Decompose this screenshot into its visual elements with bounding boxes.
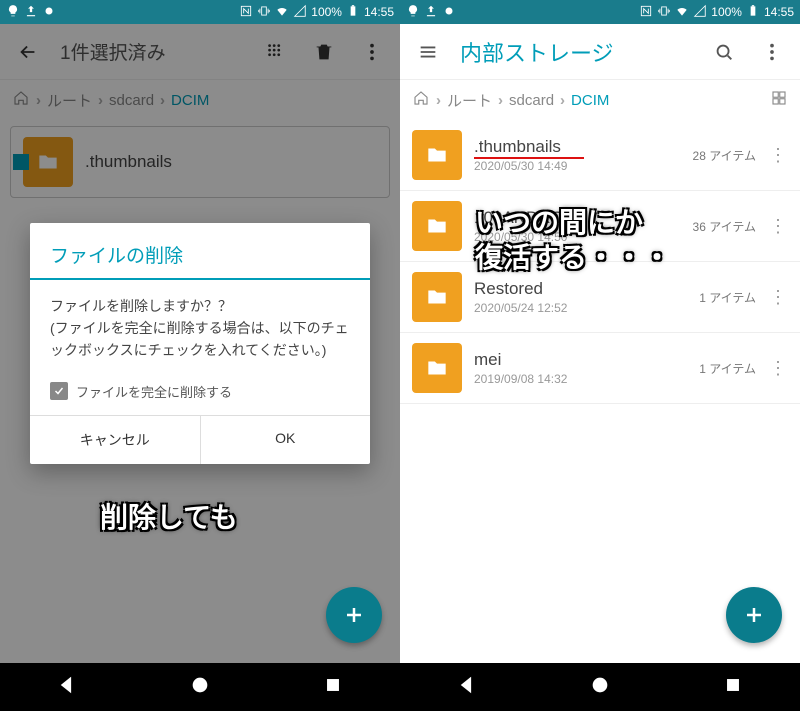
folder-icon [412,272,462,322]
crumb-dcim[interactable]: DCIM [571,92,609,109]
upload-icon [24,4,38,21]
fab-add[interactable] [726,587,782,643]
signal-icon [693,4,707,21]
status-bar: 100% 14:55 [0,0,400,24]
nav-recent-icon[interactable] [322,674,344,701]
wifi-icon [275,4,289,21]
battery-icon [746,4,760,21]
clock: 14:55 [364,5,394,19]
chevron-right-icon: › [498,92,503,109]
folder-icon [412,130,462,180]
battery-percent: 100% [711,5,742,19]
row-menu-icon[interactable]: ⋮ [768,359,788,377]
file-name: .thumbnails [474,137,681,157]
vibrate-icon [257,4,271,21]
row-menu-icon[interactable]: ⋮ [768,217,788,235]
ok-button[interactable]: OK [200,416,371,464]
file-name: 100ANDRO [474,208,681,228]
checkbox-icon [50,382,68,400]
battery-percent: 100% [311,5,342,19]
fab-add[interactable] [326,587,382,643]
signal-icon [293,4,307,21]
nfc-icon [239,4,253,21]
chevron-right-icon: › [436,92,441,109]
item-count: 36 アイテム [693,218,756,235]
wifi-icon [675,4,689,21]
left-screen: 100% 14:55 1件選択済み [0,0,400,711]
delete-dialog: ファイルの削除 ファイルを削除しますか？？ (ファイルを完全に削除する場合は、以… [30,223,370,463]
dialog-title: ファイルの削除 [30,223,370,280]
crumb-sdcard[interactable]: sdcard [509,92,554,109]
list-item[interactable]: mei 2019/09/08 14:32 1 アイテム ⋮ [400,333,800,404]
file-date: 2019/09/08 14:32 [474,372,687,386]
cancel-button[interactable]: キャンセル [30,416,200,464]
row-menu-icon[interactable]: ⋮ [768,146,788,164]
battery-icon [346,4,360,21]
file-list: .thumbnails 2020/05/30 14:49 28 アイテム ⋮ 1… [400,120,800,404]
item-count: 1 アイテム [699,289,756,306]
appbar: 内部ストレージ [400,24,800,80]
file-name: Restored [474,279,687,299]
breadcrumb: › ルート › sdcard › DCIM [400,80,800,120]
nav-home-icon[interactable] [589,674,611,701]
search-button[interactable] [708,36,740,68]
dialog-body: ファイルを削除しますか？？ (ファイルを完全に削除する場合は、以下のチェックボッ… [30,292,370,371]
right-screen: 100% 14:55 内部ストレージ › ルート › sdcard [400,0,800,711]
nfc-icon [639,4,653,21]
folder-icon [412,343,462,393]
file-name: mei [474,350,687,370]
file-date: 2020/05/24 12:52 [474,301,687,315]
row-menu-icon[interactable]: ⋮ [768,288,788,306]
clock: 14:55 [764,5,794,19]
home-icon[interactable] [412,89,430,111]
lightbulb-icon [6,4,20,21]
nav-recent-icon[interactable] [722,674,744,701]
item-count: 28 アイテム [693,147,756,164]
page-title: 内部ストレージ [460,36,692,68]
nav-back-icon[interactable] [456,674,478,701]
nav-bar [400,663,800,711]
folder-icon [412,201,462,251]
menu-button[interactable] [412,36,444,68]
dialog-checkbox[interactable]: ファイルを完全に削除する [30,372,370,415]
nav-bar [0,663,400,711]
crumb-root[interactable]: ルート [447,90,492,111]
list-item[interactable]: Restored 2020/05/24 12:52 1 アイテム ⋮ [400,262,800,333]
grid-view-button[interactable] [770,89,788,111]
vibrate-icon [657,4,671,21]
status-bar: 100% 14:55 [400,0,800,24]
lightbulb-icon [406,4,420,21]
nav-home-icon[interactable] [189,674,211,701]
chevron-right-icon: › [560,92,565,109]
file-date: 2020/05/30 14:50 [474,230,681,244]
item-count: 1 アイテム [699,360,756,377]
list-item[interactable]: 100ANDRO 2020/05/30 14:50 36 アイテム ⋮ [400,191,800,262]
nav-back-icon[interactable] [56,674,78,701]
circle-icon [42,4,56,21]
circle-icon [442,4,456,21]
list-item[interactable]: .thumbnails 2020/05/30 14:49 28 アイテム ⋮ [400,120,800,191]
upload-icon [424,4,438,21]
file-date: 2020/05/30 14:49 [474,159,681,173]
checkbox-label: ファイルを完全に削除する [76,382,232,401]
modal-overlay: ファイルの削除 ファイルを削除しますか？？ (ファイルを完全に削除する場合は、以… [0,24,400,663]
overflow-button[interactable] [756,36,788,68]
